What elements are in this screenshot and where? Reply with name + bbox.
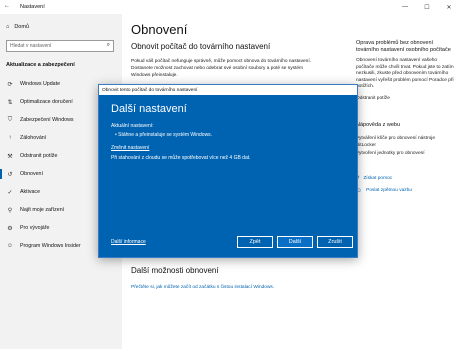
section-title: Aktualizace a zabezpečení bbox=[6, 62, 75, 68]
sidebar-item-label: Zabezpečení Windows bbox=[20, 117, 74, 123]
reset-dialog: Obnovit tento počítač do továrního nasta… bbox=[98, 84, 358, 258]
home-icon: ⌂ bbox=[6, 24, 10, 30]
current-settings-label: Aktuální nastavení: bbox=[111, 123, 154, 129]
sidebar-home[interactable]: ⌂ Domů bbox=[6, 24, 29, 30]
sidebar-item-label: Obnovení bbox=[20, 171, 43, 177]
search-input[interactable]: Hledat v nastavení ⌕ bbox=[6, 40, 114, 52]
developer-icon: ⚙ bbox=[7, 225, 13, 232]
sidebar-item-label: Zálohování bbox=[20, 135, 47, 141]
locate-icon: ⚲ bbox=[7, 207, 13, 214]
change-settings-link[interactable]: Změnit nastavení bbox=[111, 145, 149, 151]
sidebar-item-delivery[interactable]: ⇅ Optimalizace doručení bbox=[6, 96, 73, 108]
dialog-titlebar: Obnovit tento počítač do továrního nasta… bbox=[99, 85, 357, 95]
window-controls: — ☐ ✕ bbox=[394, 0, 460, 14]
fix-title: Oprava problémů bez obnovení továrního n… bbox=[356, 40, 451, 53]
sidebar-item-troubleshoot[interactable]: ⚒ Odstranit potíže bbox=[6, 150, 57, 162]
search-icon[interactable]: ⌕ bbox=[107, 42, 110, 49]
setting-bullet: • Stáhne a přeinstaluje se systém Window… bbox=[115, 132, 213, 138]
sidebar-item-security[interactable]: ⛉ Zabezpečení Windows bbox=[6, 114, 74, 126]
fix-description: Obnovení továrního nastavení vašeho počí… bbox=[356, 58, 454, 89]
minimize-icon[interactable]: — bbox=[394, 0, 416, 14]
sync-icon: ⟳ bbox=[7, 81, 13, 88]
sidebar-item-label: Program Windows Insider bbox=[20, 243, 81, 249]
back-arrow-icon[interactable]: ← bbox=[4, 3, 10, 9]
back-button[interactable]: Zpět bbox=[237, 236, 273, 248]
recovery-icon: ↺ bbox=[7, 171, 13, 178]
help-link-bitlocker[interactable]: Vytváření klíče pro obnovení nástroje Bi… bbox=[356, 136, 456, 149]
dialog-heading: Další nastavení bbox=[111, 103, 187, 115]
data-usage-note: Při stahování z cloudu se může spotřebov… bbox=[111, 155, 251, 161]
shield-icon: ⛉ bbox=[7, 116, 13, 123]
reset-description: Pokud váš počítač nefunguje správně, můž… bbox=[131, 59, 311, 78]
close-icon[interactable]: ✕ bbox=[438, 0, 460, 14]
sidebar-item-windows-update[interactable]: ⟳ Windows Update bbox=[6, 78, 60, 90]
sidebar-item-label: Optimalizace doručení bbox=[20, 99, 73, 105]
sidebar-item-label: Najít moje zařízení bbox=[20, 207, 65, 213]
sidebar-item-label: Windows Update bbox=[20, 81, 61, 87]
cancel-button[interactable]: Zrušit bbox=[317, 236, 353, 248]
search-placeholder: Hledat v nastavení bbox=[10, 43, 52, 49]
more-info-link[interactable]: Další informace bbox=[111, 239, 146, 245]
next-button[interactable]: Další bbox=[277, 236, 313, 248]
check-circle-icon: ✓ bbox=[7, 189, 13, 196]
sidebar-item-label: Aktivace bbox=[20, 189, 41, 195]
delivery-icon: ⇅ bbox=[7, 99, 13, 106]
wrench-icon: ⚒ bbox=[7, 153, 13, 160]
insider-icon: ☺ bbox=[6, 243, 14, 249]
help-title: Nápověda z webu bbox=[356, 122, 401, 128]
window-title: Nastavení bbox=[20, 4, 45, 10]
troubleshoot-link[interactable]: Odstranit potíže bbox=[356, 96, 456, 103]
sidebar-item-label: Pro vývojáře bbox=[20, 225, 50, 231]
setting-bullet-text: Stáhne a přeinstaluje se systém Windows. bbox=[118, 132, 213, 138]
get-help-row[interactable]: ? Získat pomoc bbox=[356, 176, 456, 183]
clean-install-link[interactable]: Přečtěte si, jak můžete začít od začátku… bbox=[131, 284, 351, 291]
home-label: Domů bbox=[14, 24, 29, 30]
feedback-row[interactable]: ☺ Poslat zpětnou vazbu bbox=[356, 188, 456, 195]
sidebar-item-developer[interactable]: ⚙ Pro vývojáře bbox=[6, 222, 49, 234]
maximize-icon[interactable]: ☐ bbox=[416, 0, 438, 14]
page-title: Obnovení bbox=[131, 22, 188, 37]
more-options-title: Další možnosti obnovení bbox=[131, 266, 219, 275]
window-titlebar: ← Nastavení — ☐ ✕ bbox=[0, 0, 460, 14]
reset-section-title: Obnovit počítač do továrního nastavení bbox=[131, 42, 271, 51]
help-link-recovery-drive[interactable]: Vytvoření jednotky pro obnovení bbox=[356, 151, 456, 158]
sidebar-item-recovery[interactable]: ↺ Obnovení bbox=[0, 168, 43, 180]
get-help-link[interactable]: Získat pomoc bbox=[363, 176, 392, 183]
sidebar-item-label: Odstranit potíže bbox=[20, 153, 58, 159]
sidebar-item-activation[interactable]: ✓ Aktivace bbox=[6, 186, 40, 198]
feedback-link[interactable]: Poslat zpětnou vazbu bbox=[366, 188, 412, 195]
sidebar-item-backup[interactable]: ↑ Zálohování bbox=[6, 132, 47, 144]
backup-icon: ↑ bbox=[8, 135, 12, 141]
sidebar-item-insider[interactable]: ☺ Program Windows Insider bbox=[6, 240, 81, 252]
sidebar-item-find-device[interactable]: ⚲ Najít moje zařízení bbox=[6, 204, 64, 216]
